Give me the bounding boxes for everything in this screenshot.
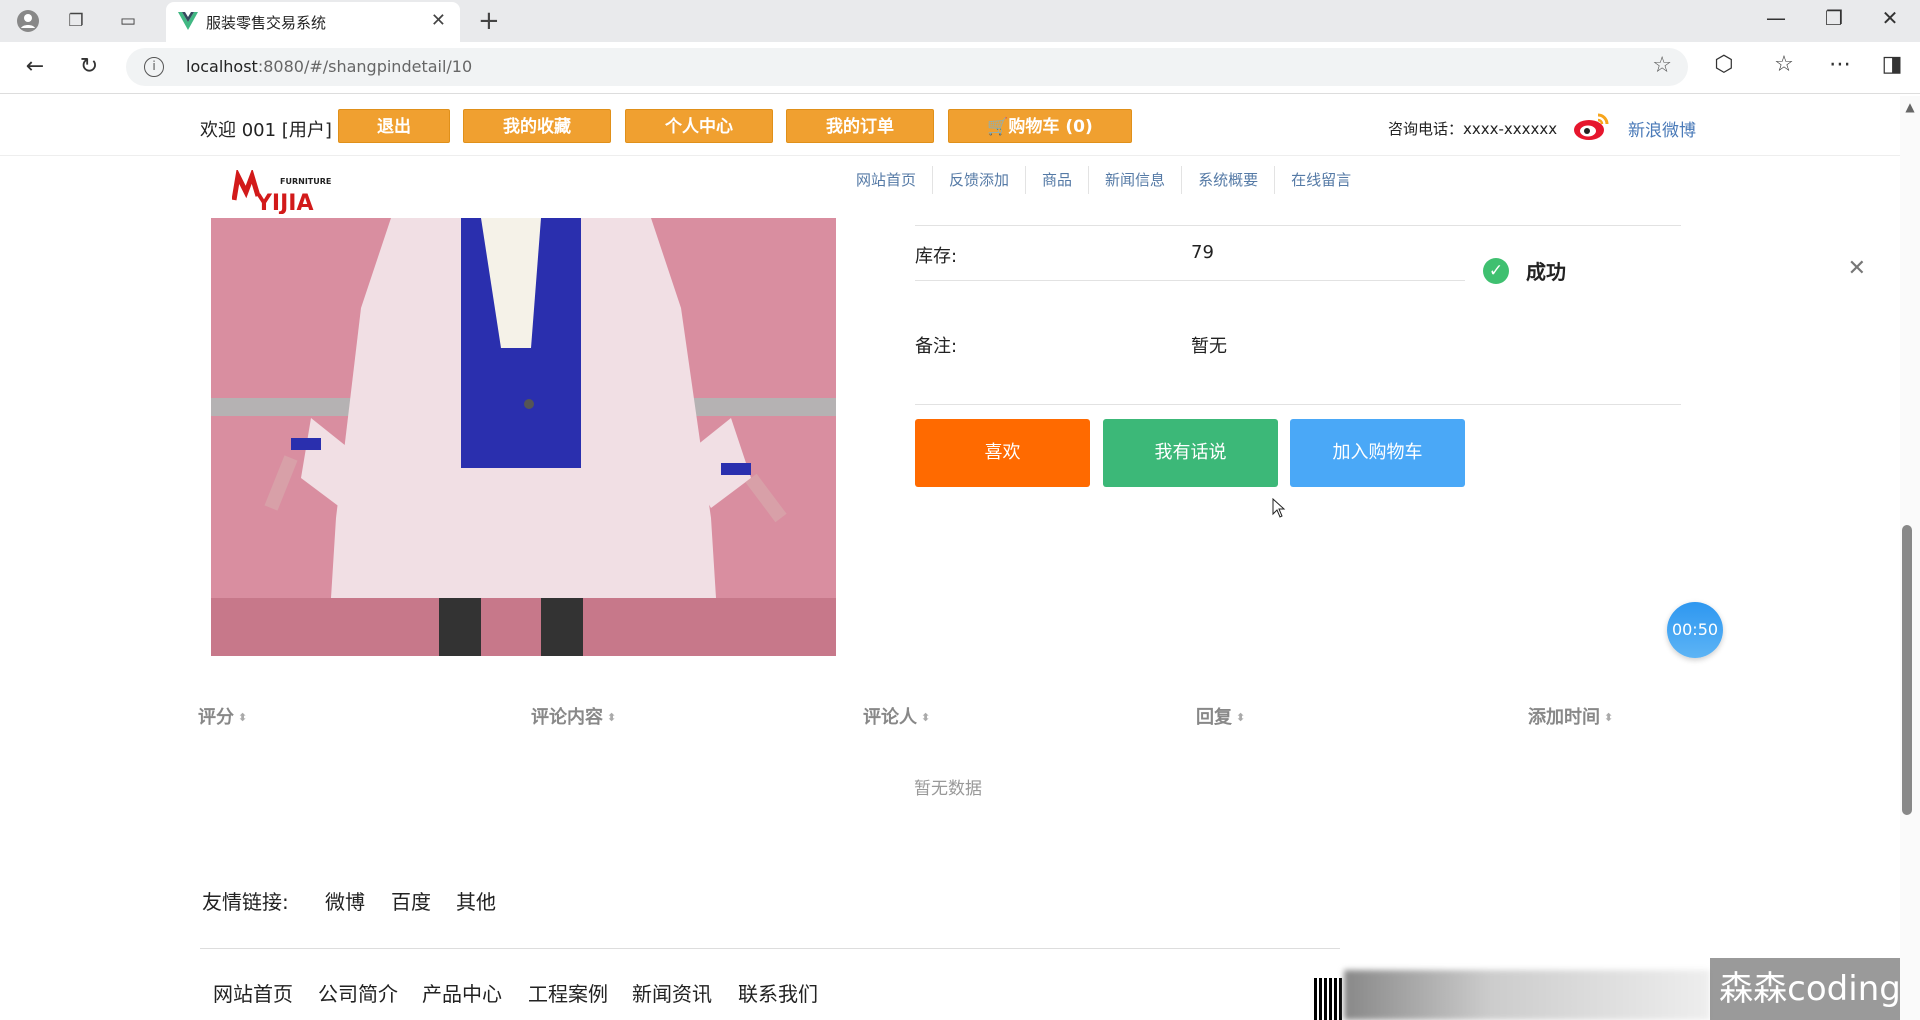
mouse-cursor-icon — [1272, 498, 1286, 518]
orders-button[interactable]: 我的订单 — [786, 109, 934, 143]
nav-news[interactable]: 新闻信息 — [1089, 166, 1183, 194]
close-toast-icon[interactable]: ✕ — [1848, 256, 1866, 281]
divider — [915, 404, 1681, 405]
scroll-up-icon[interactable]: ▲ — [1900, 100, 1920, 114]
footer-nav-home[interactable]: 网站首页 — [213, 978, 293, 1007]
nav-overview[interactable]: 系统概要 — [1182, 166, 1276, 194]
nav-products[interactable]: 商品 — [1026, 166, 1090, 194]
cart-button[interactable]: 🛒购物车 (0) — [948, 109, 1132, 143]
divider — [915, 225, 1681, 226]
nav-messages[interactable]: 在线留言 — [1275, 166, 1367, 194]
main-nav: 网站首页 反馈添加 商品 新闻信息 系统概要 在线留言 — [840, 166, 1367, 196]
collections-icon[interactable]: ❐ — [64, 9, 88, 33]
footer-nav-news[interactable]: 新闻资讯 — [632, 978, 712, 1007]
favorite-star-icon[interactable]: ☆ — [1652, 53, 1672, 78]
empty-table-text: 暂无数据 — [914, 779, 982, 799]
yijia-logo[interactable]: FURNITURE YIJIA — [232, 170, 332, 214]
watermark: 森森coding — [1710, 958, 1910, 1020]
stock-value: 79 — [1191, 242, 1214, 263]
close-tab-icon[interactable]: ✕ — [431, 10, 446, 31]
url-host: localhost — [186, 57, 258, 76]
column-header-reply[interactable]: 回复 ⬍ — [1196, 703, 1245, 729]
nav-feedback[interactable]: 反馈添加 — [933, 166, 1027, 194]
sort-icon: ⬍ — [238, 711, 248, 724]
vue-favicon-icon — [178, 12, 198, 30]
back-icon[interactable]: ← — [20, 54, 50, 79]
reload-icon[interactable]: ↻ — [74, 54, 104, 79]
nav-home[interactable]: 网站首页 — [840, 166, 934, 194]
url-field[interactable]: i localhost:8080/#/shangpindetail/10 ☆ — [126, 48, 1688, 86]
new-tab-icon[interactable]: + — [478, 6, 500, 36]
blurred-overlay — [1344, 970, 1710, 1020]
minimize-icon[interactable]: — — [1756, 6, 1796, 30]
friend-link-weibo[interactable]: 微博 — [325, 886, 365, 915]
profile-button[interactable]: 个人中心 — [625, 109, 773, 143]
qr-code — [1314, 978, 1344, 1020]
active-tab[interactable]: 服装零售交易系统 ✕ — [166, 2, 460, 42]
column-header-commenter[interactable]: 评论人 ⬍ — [863, 703, 930, 729]
success-toast: ✓ 成功 ✕ — [1466, 240, 1876, 300]
footer-nav-products[interactable]: 产品中心 — [422, 978, 502, 1007]
browser-tab-bar: ❐ ▭ 服装零售交易系统 ✕ + — ❐ ✕ — [0, 0, 1920, 42]
column-header-time[interactable]: 添加时间 ⬍ — [1528, 703, 1613, 729]
like-button[interactable]: 喜欢 — [915, 419, 1090, 487]
user-bar: 欢迎 001 [用户] 退出 我的收藏 个人中心 我的订单 🛒购物车 (0) 咨… — [0, 96, 1900, 156]
profile-icon[interactable] — [16, 9, 40, 33]
footer-divider — [200, 948, 1340, 949]
sort-icon: ⬍ — [1236, 711, 1246, 724]
add-to-cart-button[interactable]: 加入购物车 — [1290, 419, 1465, 487]
friend-link-other[interactable]: 其他 — [456, 886, 496, 915]
more-menu-icon[interactable]: ⋯ — [1824, 52, 1856, 77]
extensions-icon[interactable]: ⬡ — [1708, 52, 1740, 77]
friend-link-baidu[interactable]: 百度 — [391, 886, 431, 915]
sidebar-icon[interactable]: ◨ — [1876, 52, 1908, 77]
sort-icon: ⬍ — [921, 711, 931, 724]
logo-line2: YIJIA — [255, 191, 314, 214]
scrollbar-thumb[interactable] — [1902, 525, 1912, 815]
friend-links-label: 友情链接: — [202, 890, 289, 914]
weibo-icon[interactable] — [1572, 110, 1612, 142]
column-header-content[interactable]: 评论内容 ⬍ — [531, 703, 616, 729]
favorites-icon[interactable]: ☆ — [1768, 52, 1800, 77]
site-info-icon[interactable]: i — [144, 57, 164, 77]
restore-icon[interactable]: ❐ — [1814, 6, 1854, 30]
close-window-icon[interactable]: ✕ — [1870, 6, 1910, 30]
url-path: :8080/#/shangpindetail/10 — [257, 57, 473, 76]
phone-text: 咨询电话：xxxx-xxxxxx — [1388, 120, 1558, 138]
logout-button[interactable]: 退出 — [338, 109, 450, 143]
product-image — [211, 218, 836, 656]
tab-actions-icon[interactable]: ▭ — [116, 9, 140, 33]
footer-nav-about[interactable]: 公司简介 — [318, 978, 398, 1007]
column-header-score[interactable]: 评分 ⬍ — [198, 703, 247, 729]
toast-message: 成功 — [1526, 260, 1566, 284]
welcome-text: 欢迎 001 [用户] — [200, 120, 332, 141]
favorites-button[interactable]: 我的收藏 — [463, 109, 611, 143]
footer-nav-cases[interactable]: 工程案例 — [528, 978, 608, 1007]
sort-icon: ⬍ — [1604, 711, 1614, 724]
sort-icon: ⬍ — [607, 711, 617, 724]
comment-button[interactable]: 我有话说 — [1103, 419, 1278, 487]
remark-label: 备注: — [915, 336, 958, 357]
address-bar-row: ← ↻ i localhost:8080/#/shangpindetail/10… — [0, 42, 1920, 94]
tab-title: 服装零售交易系统 — [206, 14, 327, 32]
footer-nav-contact[interactable]: 联系我们 — [738, 978, 818, 1007]
success-check-icon: ✓ — [1483, 258, 1509, 284]
timer-badge[interactable]: 00:50 — [1667, 602, 1723, 658]
logo-line1: FURNITURE — [280, 177, 331, 186]
weibo-link[interactable]: 新浪微博 — [1628, 116, 1696, 141]
remark-value: 暂无 — [1191, 336, 1227, 357]
divider — [915, 280, 1465, 281]
stock-label: 库存: — [915, 246, 958, 267]
